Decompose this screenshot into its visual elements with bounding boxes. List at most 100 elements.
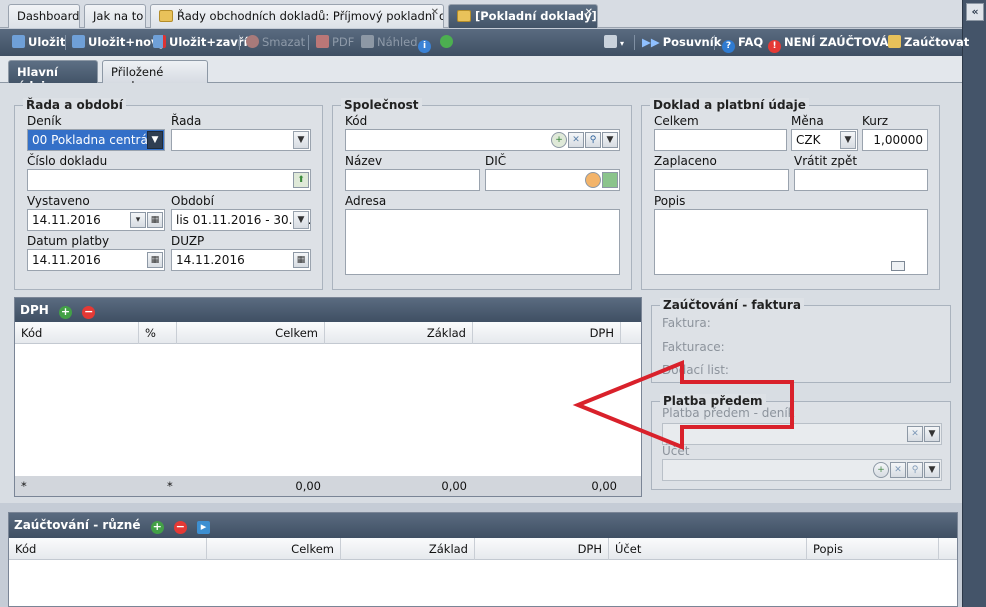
subtab-hlavni-udaje[interactable]: Hlavní údaje: [8, 60, 98, 93]
chevron-down-icon[interactable]: ▼: [293, 131, 309, 149]
folder-icon: [159, 10, 173, 22]
post-button[interactable]: Zaúčtovat: [888, 35, 969, 49]
obdobi-select[interactable]: lis 01.11.2016 - 30.11.2016 ▼: [171, 209, 311, 231]
add-icon[interactable]: +: [873, 462, 889, 478]
summary-celkem: 0,00: [295, 479, 321, 493]
denik-label: Deník: [27, 114, 62, 128]
chevron-down-icon[interactable]: ▾: [130, 212, 146, 228]
column-zaklad[interactable]: Základ: [341, 538, 475, 560]
cash-document-icon: [457, 10, 471, 22]
rada-select[interactable]: ▼: [171, 129, 311, 151]
duzp-field[interactable]: 14.11.2016 ▦: [171, 249, 311, 271]
column-dph[interactable]: DPH: [473, 322, 621, 344]
save-close-icon: [153, 35, 166, 48]
separator: [239, 35, 240, 50]
fakturace-label: Fakturace:: [662, 340, 725, 354]
generate-number-icon[interactable]: ⬆: [293, 172, 309, 188]
separator: [308, 35, 309, 50]
info-button[interactable]: i: [418, 35, 434, 53]
ucet-select[interactable]: + ✕ ⚲ ▼: [662, 459, 942, 481]
preview-button[interactable]: Náhled: [361, 35, 418, 49]
cislo-dokladu-label: Číslo dokladu: [27, 154, 108, 168]
clear-icon[interactable]: ✕: [907, 426, 923, 442]
view-options-button[interactable]: ▾: [604, 35, 624, 49]
spolecnost-legend: Společnost: [341, 98, 422, 112]
chevron-down-icon[interactable]: ▼: [924, 426, 940, 442]
mena-select[interactable]: CZK ▼: [791, 129, 858, 151]
datum-platby-field[interactable]: 14.11.2016 ▦: [27, 249, 165, 271]
clear-icon[interactable]: ✕: [568, 132, 584, 148]
close-tab-icon[interactable]: ✕: [431, 7, 439, 18]
zauctovani-faktura-legend: Zaúčtování - faktura: [660, 298, 804, 312]
vratit-zpet-field[interactable]: [794, 169, 928, 191]
collapsed-side-panel: «: [962, 0, 986, 607]
adresa-field[interactable]: [345, 209, 620, 275]
clear-icon[interactable]: ✕: [890, 462, 906, 478]
column-dph[interactable]: DPH: [475, 538, 609, 560]
vystaveno-field[interactable]: 14.11.2016 ▾ ▦: [27, 209, 165, 231]
kod-label: Kód: [345, 114, 368, 128]
close-tab-icon[interactable]: ✕: [585, 7, 593, 18]
column-celkem[interactable]: Celkem: [207, 538, 341, 560]
celkem-label: Celkem: [654, 114, 699, 128]
add-icon[interactable]: +: [150, 521, 164, 534]
add-icon[interactable]: +: [59, 306, 72, 319]
calendar-icon[interactable]: ▦: [293, 252, 309, 268]
denik-select[interactable]: 00 Pokladna centrální ▼: [27, 129, 165, 151]
tab-jak-na-to[interactable]: Jak na to: [84, 4, 146, 28]
subtab-prilozene-soubory[interactable]: Přiložené soubory: [102, 60, 208, 93]
pdf-button[interactable]: PDF: [316, 35, 354, 49]
tab-dashboard[interactable]: Dashboard: [8, 4, 80, 28]
adresa-label: Adresa: [345, 194, 387, 208]
delete-button[interactable]: Smazat: [246, 35, 305, 49]
chevron-down-icon[interactable]: ▼: [147, 131, 163, 149]
slider-button[interactable]: ▶▶ Posuvník: [642, 35, 721, 49]
popis-field[interactable]: [654, 209, 928, 275]
refresh-button[interactable]: [440, 35, 456, 49]
calendar-icon[interactable]: ▦: [147, 252, 163, 268]
column-kod[interactable]: Kód: [15, 322, 139, 344]
zauctovani-ruzne-grid: Zaúčtování - různé + − ▸ Kód Celkem Zákl…: [8, 512, 958, 607]
spolecnost-kod-field[interactable]: + ✕ ⚲ ▼: [345, 129, 620, 151]
vratit-zpet-label: Vrátit zpět: [794, 154, 858, 168]
nazev-field[interactable]: [345, 169, 480, 191]
column-ucet[interactable]: Účet: [609, 538, 807, 560]
cislo-dokladu-field[interactable]: ⬆: [27, 169, 311, 191]
import-icon[interactable]: ▸: [197, 521, 211, 534]
tab-pokladni-doklady[interactable]: [Pokladní doklady] ✕: [448, 4, 598, 28]
chevron-down-icon[interactable]: ▼: [293, 211, 309, 229]
double-arrow-icon: ▶▶: [642, 35, 660, 49]
column-percent[interactable]: %: [139, 322, 177, 344]
column-celkem[interactable]: Celkem: [177, 322, 325, 344]
search-icon[interactable]: ⚲: [585, 132, 601, 148]
search-icon[interactable]: ⚲: [907, 462, 923, 478]
dph-grid: DPH + − Kód % Celkem Základ DPH * * 0,00…: [14, 297, 642, 497]
zaplaceno-field[interactable]: [654, 169, 789, 191]
notes-icon[interactable]: [891, 261, 905, 271]
duzp-label: DUZP: [171, 234, 205, 248]
save-new-button[interactable]: Uložit+nový: [72, 35, 166, 49]
expand-panel-icon[interactable]: «: [966, 3, 984, 21]
tab-rady-dokladu[interactable]: Řady obchodních dokladů: Příjmový poklad…: [150, 4, 444, 28]
faq-button[interactable]: ? FAQ: [722, 35, 763, 53]
dic-field[interactable]: [485, 169, 620, 191]
calendar-icon[interactable]: ▦: [147, 212, 163, 228]
delete-icon: [246, 35, 259, 48]
chevron-down-icon[interactable]: ▼: [924, 462, 940, 478]
remove-icon[interactable]: −: [173, 521, 187, 534]
dph-grid-columns: Kód % Celkem Základ DPH: [15, 322, 641, 344]
column-popis[interactable]: Popis: [807, 538, 939, 560]
verify-icon[interactable]: [602, 172, 618, 188]
add-icon[interactable]: +: [551, 132, 567, 148]
chevron-down-icon[interactable]: ▼: [840, 131, 856, 149]
save-button[interactable]: Uložit: [12, 35, 65, 49]
rada-obdobi-legend: Řada a období: [23, 98, 126, 112]
save-new-icon: [72, 35, 85, 48]
save-close-button[interactable]: Uložit+zavřít: [153, 35, 253, 49]
column-zaklad[interactable]: Základ: [325, 322, 473, 344]
chevron-down-icon[interactable]: ▼: [602, 132, 618, 148]
column-kod[interactable]: Kód: [9, 538, 207, 560]
kurz-field[interactable]: 1,00000: [862, 129, 928, 151]
remove-icon[interactable]: −: [82, 306, 96, 319]
celkem-field[interactable]: [654, 129, 787, 151]
